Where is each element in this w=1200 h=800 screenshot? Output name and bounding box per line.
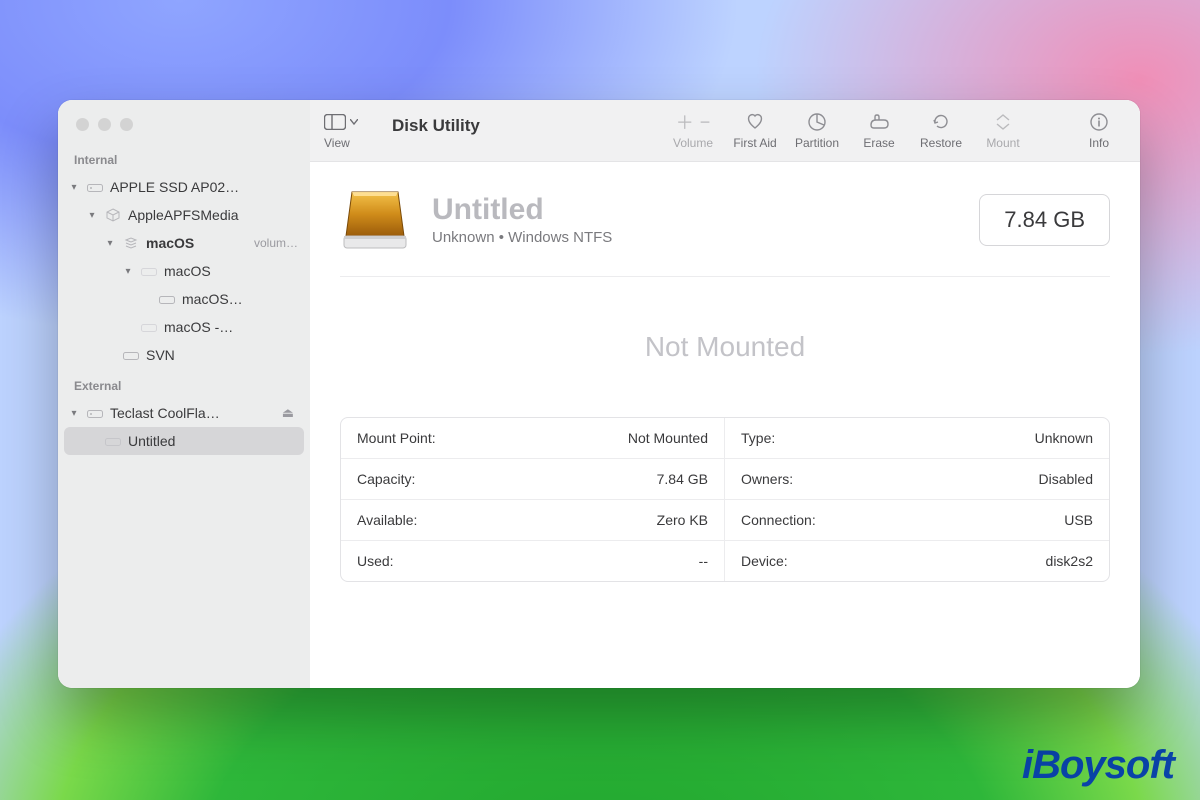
prop-connection: Connection:USB bbox=[725, 500, 1109, 541]
sidebar-item-volume-data[interactable]: macOS… bbox=[64, 285, 304, 313]
toolbar-label: Partition bbox=[795, 136, 839, 150]
zoom-button[interactable] bbox=[120, 118, 133, 131]
stack-icon bbox=[122, 236, 140, 250]
sidebar-item-external-disk[interactable]: ▾ Teclast CoolFla… ⏏ bbox=[64, 399, 304, 427]
eject-icon[interactable]: ⏏ bbox=[282, 405, 298, 421]
sidebar-item-apfs-media[interactable]: ▾ AppleAPFSMedia bbox=[64, 201, 304, 229]
volume-header: Untitled Unknown • Windows NTFS 7.84 GB bbox=[340, 186, 1110, 277]
window-controls bbox=[58, 100, 310, 143]
volume-icon bbox=[140, 321, 158, 333]
toolbar-label: Info bbox=[1089, 136, 1109, 150]
sidebar-tree-external: ▾ Teclast CoolFla… ⏏ Untitled bbox=[58, 399, 310, 455]
app-title: Disk Utility bbox=[392, 112, 480, 150]
toolbar-label: Restore bbox=[920, 136, 962, 150]
disk-icon bbox=[86, 407, 104, 419]
info-button[interactable]: Info bbox=[1072, 111, 1126, 150]
sidebar: Internal ▾ APPLE SSD AP02… ▾ AppleAPFSMe… bbox=[58, 100, 310, 688]
prop-used: Used:-- bbox=[341, 541, 725, 581]
disk-utility-window: Internal ▾ APPLE SSD AP02… ▾ AppleAPFSMe… bbox=[58, 100, 1140, 688]
erase-button[interactable]: Erase bbox=[852, 111, 906, 150]
volume-icon bbox=[104, 435, 122, 447]
main-pane: View Disk Utility ＋− Volume First Aid Pa… bbox=[310, 100, 1140, 688]
first-aid-icon bbox=[745, 111, 765, 133]
close-button[interactable] bbox=[76, 118, 89, 131]
partition-icon bbox=[807, 111, 827, 133]
volume-icon bbox=[122, 349, 140, 361]
volume-icon bbox=[158, 293, 176, 305]
minimize-button[interactable] bbox=[98, 118, 111, 131]
sidebar-item-container[interactable]: ▾ macOS volum… bbox=[64, 229, 304, 257]
chevron-down-icon: ▾ bbox=[68, 408, 80, 419]
sidebar-section-external: External bbox=[58, 369, 310, 399]
sidebar-item-label: AppleAPFSMedia bbox=[128, 207, 298, 223]
volume-add-remove[interactable]: ＋− Volume bbox=[666, 111, 720, 150]
sidebar-item-label: Untitled bbox=[128, 433, 298, 449]
sidebar-item-sublabel: volum… bbox=[254, 236, 298, 250]
volume-name: Untitled bbox=[432, 194, 612, 226]
external-drive-icon bbox=[340, 186, 410, 254]
chevron-down-icon: ▾ bbox=[68, 182, 80, 193]
sidebar-item-label: macOS bbox=[146, 235, 242, 251]
sidebar-item-label: SVN bbox=[146, 347, 298, 363]
toolbar-label: Mount bbox=[986, 136, 1019, 150]
first-aid-button[interactable]: First Aid bbox=[728, 111, 782, 150]
info-icon bbox=[1089, 111, 1109, 133]
sidebar-item-label: macOS -… bbox=[164, 319, 298, 335]
volume-subtitle: Unknown • Windows NTFS bbox=[432, 229, 612, 246]
sidebar-item-volume-group[interactable]: ▾ macOS bbox=[64, 257, 304, 285]
mount-button[interactable]: Mount bbox=[976, 111, 1030, 150]
sidebar-toggle-icon bbox=[324, 111, 358, 133]
sidebar-item-label: APPLE SSD AP02… bbox=[110, 179, 298, 195]
volume-title-block: Untitled Unknown • Windows NTFS bbox=[432, 194, 612, 247]
volume-icon bbox=[140, 265, 158, 277]
prop-available: Available:Zero KB bbox=[341, 500, 725, 541]
sidebar-item-label: macOS… bbox=[182, 291, 298, 307]
disk-icon bbox=[86, 181, 104, 193]
plus-minus-icon: ＋− bbox=[676, 111, 711, 133]
volume-detail: Untitled Unknown • Windows NTFS 7.84 GB … bbox=[310, 162, 1140, 600]
restore-icon bbox=[931, 111, 951, 133]
sidebar-item-untitled[interactable]: Untitled bbox=[64, 427, 304, 455]
sidebar-section-internal: Internal bbox=[58, 143, 310, 173]
erase-icon bbox=[868, 111, 890, 133]
watermark-logo: iBoysoft bbox=[1022, 743, 1174, 788]
prop-type: Type:Unknown bbox=[725, 418, 1109, 459]
toolbar-label: View bbox=[324, 136, 350, 150]
toolbar-label: First Aid bbox=[733, 136, 776, 150]
prop-mount-point: Mount Point:Not Mounted bbox=[341, 418, 725, 459]
chevron-down-icon: ▾ bbox=[86, 210, 98, 221]
sidebar-item-label: macOS bbox=[164, 263, 298, 279]
prop-owners: Owners:Disabled bbox=[725, 459, 1109, 500]
toolbar: View Disk Utility ＋− Volume First Aid Pa… bbox=[310, 100, 1140, 162]
mount-icon bbox=[994, 111, 1012, 133]
partition-button[interactable]: Partition bbox=[790, 111, 844, 150]
toolbar-label: Volume bbox=[673, 136, 713, 150]
sidebar-item-volume-svn[interactable]: SVN bbox=[64, 341, 304, 369]
mount-status: Not Mounted bbox=[340, 277, 1110, 417]
view-menu[interactable]: View bbox=[324, 111, 382, 150]
capacity-badge: 7.84 GB bbox=[979, 194, 1110, 246]
chevron-down-icon: ▾ bbox=[104, 238, 116, 249]
toolbar-label: Erase bbox=[863, 136, 894, 150]
sidebar-item-volume-snapshot[interactable]: macOS -… bbox=[64, 313, 304, 341]
sidebar-item-physical-disk[interactable]: ▾ APPLE SSD AP02… bbox=[64, 173, 304, 201]
sidebar-item-label: Teclast CoolFla… bbox=[110, 405, 276, 421]
prop-device: Device:disk2s2 bbox=[725, 541, 1109, 581]
cube-icon bbox=[104, 208, 122, 222]
chevron-down-icon: ▾ bbox=[122, 266, 134, 277]
properties-grid: Mount Point:Not Mounted Type:Unknown Cap… bbox=[340, 417, 1110, 582]
sidebar-tree-internal: ▾ APPLE SSD AP02… ▾ AppleAPFSMedia ▾ mac… bbox=[58, 173, 310, 369]
prop-capacity: Capacity:7.84 GB bbox=[341, 459, 725, 500]
restore-button[interactable]: Restore bbox=[914, 111, 968, 150]
